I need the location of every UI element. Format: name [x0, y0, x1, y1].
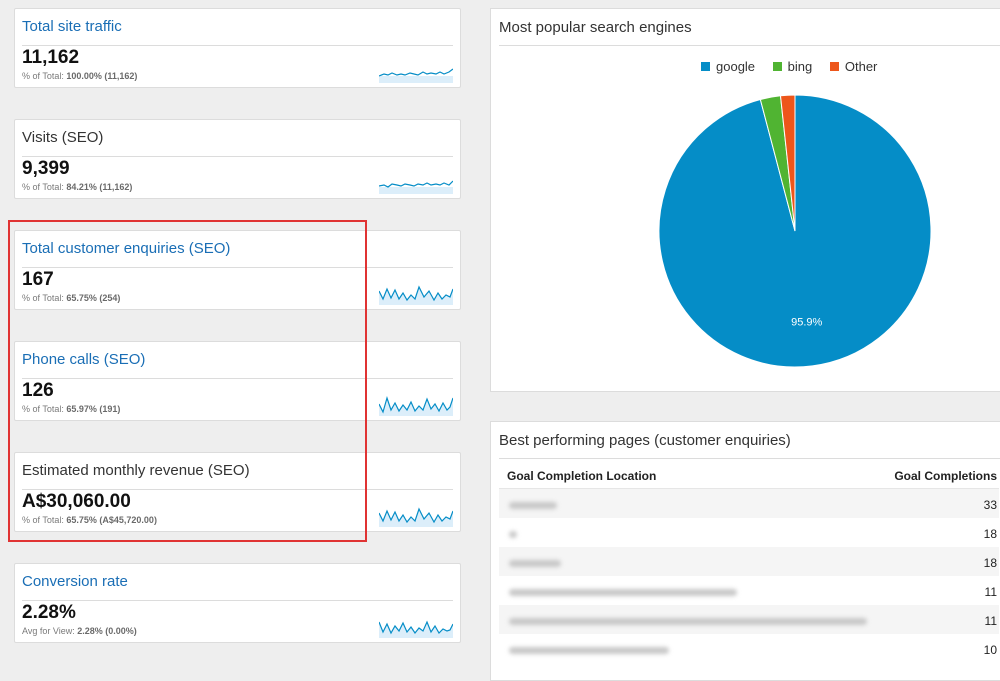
divider [22, 45, 453, 46]
legend-swatch [829, 62, 839, 71]
metric-card-conversion-rate: Conversion rate 2.28% Avg for View: 2.28… [14, 563, 461, 643]
legend-item-other[interactable]: Other [829, 59, 877, 74]
column-header-completions[interactable]: Goal Completions [894, 469, 997, 483]
panel-title: Most popular search engines [499, 19, 692, 36]
completions-count: 18 [983, 556, 997, 570]
highlight-box [8, 220, 367, 542]
table-row[interactable]: 18 [499, 547, 999, 576]
sparkline [379, 395, 453, 416]
metric-value: 11,162 [22, 47, 80, 68]
divider [22, 600, 453, 601]
sparkline [379, 180, 453, 194]
metric-title: Visits (SEO) [22, 129, 104, 146]
blurred-page-path [509, 589, 737, 596]
pie-data-label: 95.9% [791, 316, 822, 328]
divider [499, 45, 1000, 46]
chart-legend: google bing Other [701, 59, 891, 74]
metric-title-link[interactable]: Total site traffic [22, 18, 122, 36]
completions-count: 33 [983, 498, 997, 512]
sparkline [379, 68, 453, 83]
legend-swatch [701, 62, 710, 71]
metric-subtext: Avg for View: 2.28% (0.00%) [22, 626, 137, 636]
divider [499, 458, 1000, 459]
sparkline [379, 507, 453, 527]
panel-title: Best performing pages (customer enquirie… [499, 432, 791, 449]
blurred-page-path [509, 531, 517, 538]
table-row[interactable]: 11 [499, 576, 999, 605]
search-engines-panel: Most popular search engines google bing … [490, 8, 1000, 392]
blurred-page-path [509, 502, 557, 509]
sparkline [379, 620, 453, 638]
pie-chart: 95.9% [658, 94, 932, 368]
completions-count: 18 [983, 527, 997, 541]
legend-item-bing[interactable]: bing [772, 59, 812, 74]
table-row[interactable]: 18 [499, 518, 999, 547]
metric-subtext: % of Total: 100.00% (11,162) [22, 71, 138, 81]
completions-count: 11 [984, 585, 997, 599]
blurred-page-path [509, 647, 669, 654]
metric-card-total-site-traffic: Total site traffic 11,162 % of Total: 10… [14, 8, 461, 88]
metric-subtext: % of Total: 84.21% (11,162) [22, 182, 133, 192]
metric-value: 9,399 [22, 158, 70, 179]
metric-title-link[interactable]: Conversion rate [22, 573, 128, 591]
metric-value: 2.28% [22, 602, 76, 623]
legend-item-google[interactable]: google [701, 59, 755, 74]
blurred-page-path [509, 560, 561, 567]
metric-card-visits-seo: Visits (SEO) 9,399 % of Total: 84.21% (1… [14, 119, 461, 199]
table-row[interactable]: 10 [499, 634, 999, 663]
table-header: Goal Completion Location Goal Completion… [499, 462, 999, 489]
legend-swatch [772, 62, 782, 71]
table-row[interactable]: 11 [499, 605, 999, 634]
completions-count: 10 [983, 643, 997, 657]
sparkline [379, 285, 453, 305]
divider [22, 156, 453, 157]
best-pages-panel: Best performing pages (customer enquirie… [490, 421, 1000, 681]
blurred-page-path [509, 618, 867, 625]
table-row[interactable]: 33 [499, 489, 999, 518]
column-header-location[interactable]: Goal Completion Location [507, 469, 656, 483]
completions-count: 11 [984, 614, 997, 628]
best-pages-table: Goal Completion Location Goal Completion… [499, 462, 999, 663]
